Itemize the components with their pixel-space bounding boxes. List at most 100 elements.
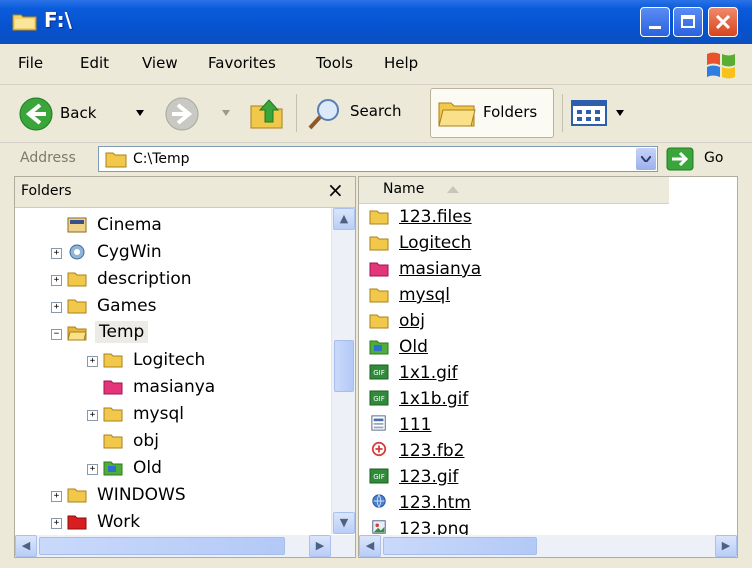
folder-icon — [103, 434, 123, 449]
menu-tools[interactable]: Tools — [316, 54, 353, 72]
expand-toggle[interactable]: + — [51, 518, 62, 529]
scroll-thumb[interactable] — [39, 537, 285, 555]
tree-item-label: description — [97, 269, 192, 289]
folders-vertical-scrollbar[interactable]: ▲ ▼ — [331, 208, 355, 534]
collapse-toggle[interactable]: − — [51, 329, 62, 340]
folders-label: Folders — [483, 103, 538, 121]
tree-item-temp[interactable]: − Temp — [51, 321, 327, 347]
tree-item-windows[interactable]: + WINDOWS — [51, 483, 327, 509]
close-button[interactable] — [708, 7, 738, 37]
close-icon — [716, 15, 730, 29]
tree-item-cinema[interactable]: Cinema — [67, 213, 327, 239]
file-label: 1x1.gif — [399, 363, 458, 383]
forward-arrow-icon — [165, 97, 199, 131]
chevron-down-icon — [136, 110, 144, 116]
chevron-down-icon — [641, 156, 651, 162]
title-bar[interactable]: F:\ — [0, 0, 752, 44]
menu-view[interactable]: View — [142, 54, 178, 72]
expand-toggle[interactable]: + — [87, 464, 98, 475]
tree-item-mysql[interactable]: + mysql — [87, 402, 327, 428]
tree-item-games[interactable]: + Games — [51, 294, 327, 320]
toolbar-separator — [562, 94, 563, 132]
scroll-thumb[interactable] — [383, 537, 537, 555]
file-label: 123.files — [399, 207, 472, 227]
scroll-down-button[interactable]: ▼ — [333, 512, 355, 534]
folder-window-icon — [12, 14, 37, 31]
name-column-header[interactable]: Name — [359, 177, 669, 204]
expand-toggle[interactable]: + — [51, 302, 62, 313]
tree-item-description[interactable]: + description — [51, 267, 327, 293]
forward-button[interactable] — [164, 96, 234, 132]
tree-item-label: CygWin — [97, 242, 162, 262]
tree-item-label: Cinema — [97, 215, 162, 235]
sort-ascending-icon — [447, 186, 459, 193]
scroll-left-button[interactable]: ◀ — [359, 535, 381, 557]
minimize-button[interactable] — [640, 7, 670, 37]
back-arrow-icon — [19, 97, 53, 131]
files-pane: Name 123.files Logitech masianya mysql o… — [358, 176, 738, 558]
tree-item-label: masianya — [133, 377, 216, 397]
menu-file[interactable]: File — [18, 54, 43, 72]
tree-item-label: obj — [133, 431, 159, 451]
search-button[interactable]: Search — [306, 94, 418, 134]
folders-button[interactable]: Folders — [430, 88, 554, 138]
tree-item-label: Logitech — [133, 350, 206, 370]
file-label: Logitech — [399, 233, 472, 253]
folder-icon — [67, 488, 87, 503]
expand-toggle[interactable]: + — [51, 491, 62, 502]
scroll-thumb[interactable] — [334, 340, 354, 392]
scroll-left-button[interactable]: ◀ — [15, 535, 37, 557]
file-label: obj — [399, 311, 425, 331]
cygwin-folder-icon — [69, 244, 85, 260]
expand-toggle[interactable]: + — [87, 410, 98, 421]
scroll-up-button[interactable]: ▲ — [333, 208, 355, 230]
pink-folder-icon — [369, 262, 389, 277]
folders-pane-close-button[interactable]: × — [327, 178, 344, 202]
toolbar-separator — [296, 94, 297, 132]
folder-icon — [369, 314, 389, 329]
folders-icon — [438, 102, 476, 127]
scroll-right-button[interactable]: ▶ — [715, 535, 737, 557]
back-label: Back — [60, 104, 97, 122]
tree-item-old[interactable]: + Old — [87, 456, 327, 482]
up-folder-icon[interactable] — [248, 94, 286, 132]
tree-item-cygwin[interactable]: + CygWin — [51, 240, 327, 266]
address-bar: Address C:\Temp Go — [0, 143, 752, 175]
folders-horizontal-scrollbar[interactable]: ◀ ▶ — [15, 535, 355, 557]
back-button[interactable]: Back — [18, 96, 158, 132]
generic-file-icon — [371, 415, 386, 431]
file-label: mysql — [399, 285, 450, 305]
tree-item-logitech[interactable]: + Logitech — [87, 348, 327, 374]
menu-edit[interactable]: Edit — [80, 54, 109, 72]
address-dropdown-button[interactable] — [636, 148, 656, 170]
tree-item-work[interactable]: + Work — [51, 510, 327, 536]
folders-pane: Folders × Cinema + CygWin + description … — [14, 176, 356, 558]
maximize-button[interactable] — [673, 7, 703, 37]
green-folder-icon — [369, 340, 389, 355]
tree-item-label: Work — [97, 512, 141, 532]
views-button[interactable] — [570, 98, 632, 130]
gif-image-icon: GIF — [369, 364, 389, 380]
scroll-right-button[interactable]: ▶ — [309, 535, 331, 557]
explorer-window: F:\ File Edit View Favorites Tools Help — [0, 0, 752, 568]
go-arrow-icon — [666, 147, 694, 171]
tree-item-obj[interactable]: obj — [103, 429, 327, 455]
menu-help[interactable]: Help — [384, 54, 418, 72]
search-label: Search — [350, 102, 402, 120]
files-horizontal-scrollbar[interactable]: ◀ ▶ — [359, 535, 737, 557]
folder-icon — [369, 210, 389, 225]
folder-icon — [103, 407, 123, 422]
svg-text:GIF: GIF — [373, 369, 385, 377]
expand-toggle[interactable]: + — [87, 356, 98, 367]
toolbar: Back Search Folders — [0, 86, 752, 143]
menu-favorites[interactable]: Favorites — [208, 54, 276, 72]
go-button[interactable] — [666, 146, 736, 172]
file-label: masianya — [399, 259, 482, 279]
svg-text:GIF: GIF — [373, 473, 385, 481]
expand-toggle[interactable]: + — [51, 275, 62, 286]
chevron-down-icon — [616, 110, 624, 116]
tree-item-masianya[interactable]: masianya — [103, 375, 327, 401]
expand-toggle[interactable]: + — [51, 248, 62, 259]
fb2-file-icon — [371, 441, 387, 457]
address-input[interactable]: C:\Temp — [98, 146, 658, 172]
